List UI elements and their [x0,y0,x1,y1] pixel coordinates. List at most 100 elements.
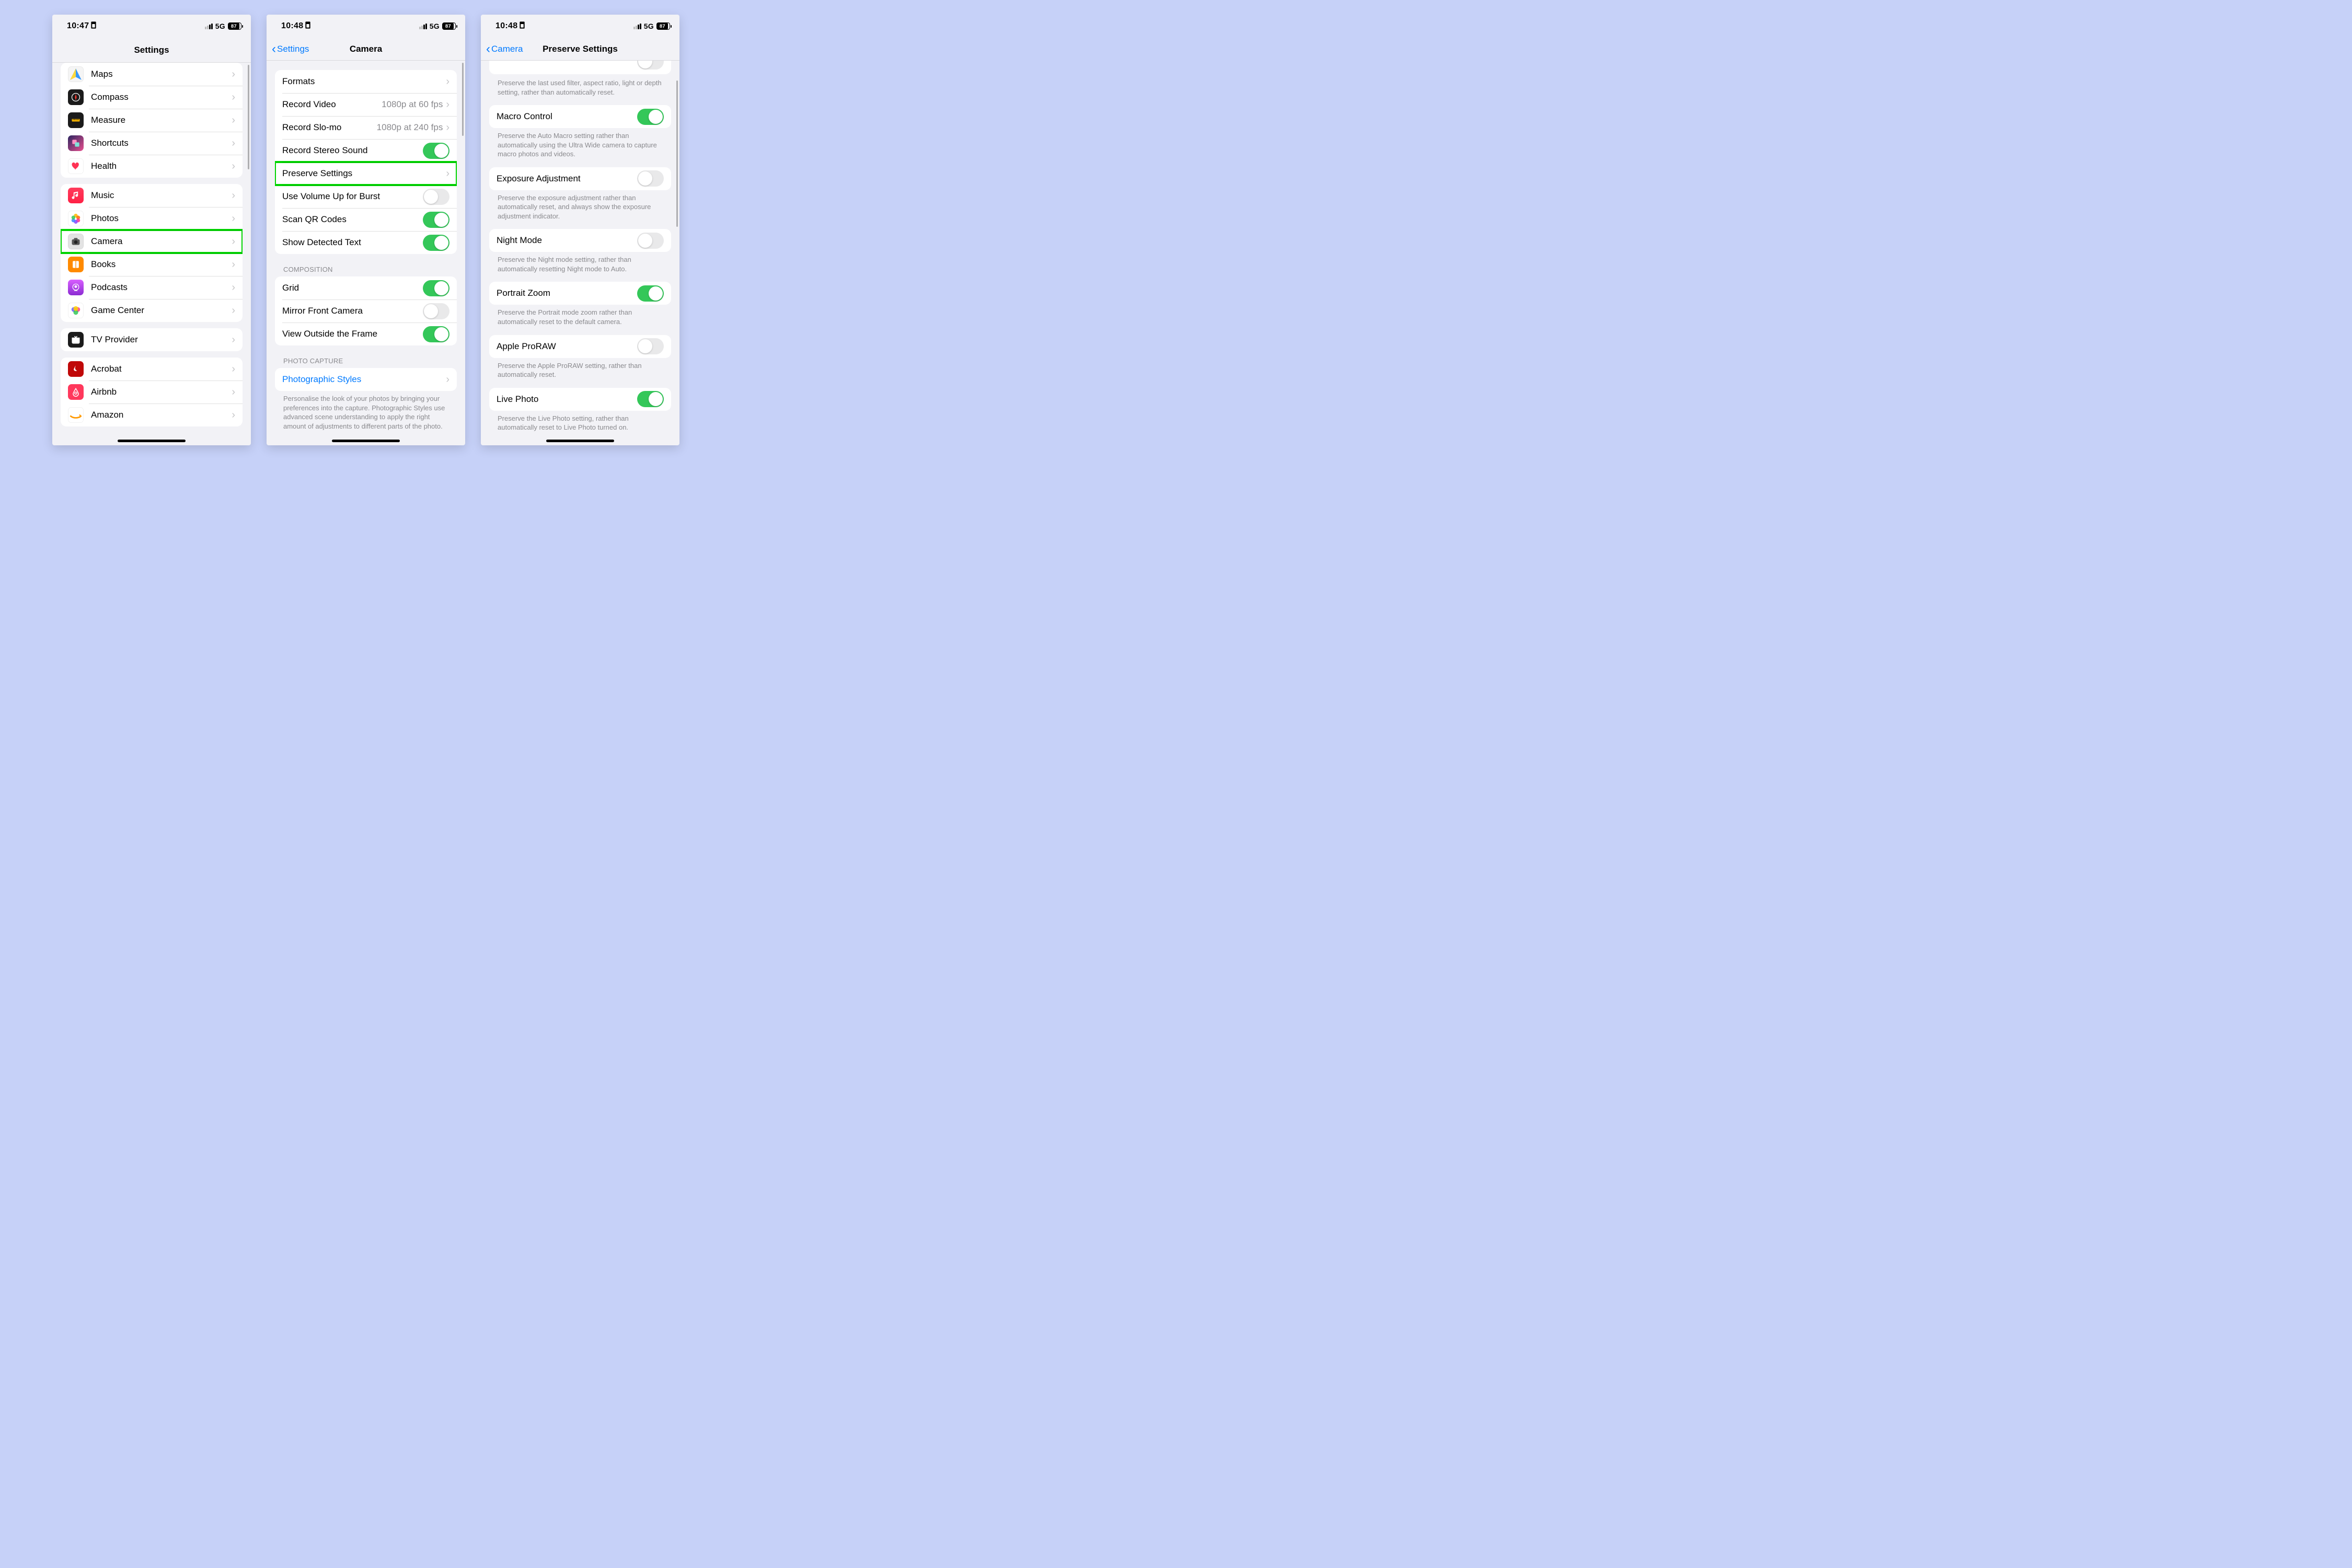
scroll-indicator[interactable] [676,80,678,227]
sim-card-icon [302,21,314,29]
sim-card-icon [88,21,99,29]
preserve-live-photo[interactable]: Live Photo [489,388,671,411]
chevron-right-icon: › [232,282,235,294]
toggle[interactable] [423,235,449,251]
preserve-group: Macro Control [489,105,671,128]
row-label: Compass [91,92,232,102]
section-footer: Preserve the Portrait mode zoom rather t… [481,305,679,329]
chevron-right-icon: › [232,334,235,346]
acrobat-icon [68,361,84,377]
setting-record-slo-mo[interactable]: Record Slo-mo 1080p at 240 fps› [275,116,457,139]
music-icon [68,188,84,203]
settings-item-measure[interactable]: Measure › [61,109,243,132]
home-indicator[interactable] [332,440,400,442]
toggle[interactable] [637,233,664,249]
toggle[interactable] [637,338,664,354]
setting-record-video[interactable]: Record Video 1080p at 60 fps› [275,93,457,116]
network-label: 5G [644,22,654,30]
setting-scan-qr-codes[interactable]: Scan QR Codes [275,208,457,231]
chevron-right-icon: › [446,122,449,134]
settings-item-shortcuts[interactable]: Shortcuts › [61,132,243,155]
setting-use-volume-up-for-burst[interactable]: Use Volume Up for Burst [275,185,457,208]
setting-grid[interactable]: Grid [275,276,457,299]
scroll-indicator[interactable] [248,65,249,169]
settings-item-photos[interactable]: Photos › [61,207,243,230]
setting-photographic-styles[interactable]: Photographic Styles › [275,368,457,391]
toggle[interactable] [637,391,664,407]
setting-show-detected-text[interactable]: Show Detected Text [275,231,457,254]
settings-item-health[interactable]: Health › [61,155,243,178]
row-label: Books [91,259,232,270]
podcasts-icon [68,280,84,295]
chevron-right-icon: › [232,236,235,248]
home-indicator[interactable] [118,440,186,442]
toggle[interactable] [423,326,449,342]
navbar: ‹ Settings Camera [267,38,465,61]
settings-item-books[interactable]: Books › [61,253,243,276]
chevron-right-icon: › [446,168,449,180]
toggle[interactable] [637,285,664,302]
home-indicator[interactable] [546,440,614,442]
settings-item-acrobat[interactable]: Acrobat › [61,358,243,381]
row-detail: 1080p at 60 fps [382,99,443,110]
chevron-right-icon: › [232,409,235,421]
gamecenter-icon [68,303,84,318]
setting-preserve-settings[interactable]: Preserve Settings › [275,162,457,185]
row-label: Amazon [91,410,232,420]
status-time: 10:47 [67,21,89,31]
preserve-group: Exposure Adjustment [489,167,671,190]
row-label: Camera [91,236,232,247]
row-detail: 1080p at 240 fps [377,122,443,133]
page-title: Settings [134,45,169,55]
setting-record-stereo-sound[interactable]: Record Stereo Sound [275,139,457,162]
chevron-left-icon: ‹ [486,43,490,55]
settings-item-music[interactable]: Music › [61,184,243,207]
row-label: Acrobat [91,364,232,374]
toggle[interactable] [637,170,664,187]
section-header-photo-capture: PHOTO CAPTURE [267,345,465,368]
toggle[interactable] [423,212,449,228]
toggle[interactable] [423,143,449,159]
maps-icon [68,66,84,82]
scroll-indicator[interactable] [462,63,464,136]
shortcuts-icon [68,135,84,151]
settings-item-amazon[interactable]: Amazon › [61,403,243,426]
chevron-right-icon: › [232,137,235,149]
settings-group: Maps › Compass › Measure › Shortcuts › H… [61,63,243,178]
setting-mirror-front-camera[interactable]: Mirror Front Camera [275,299,457,322]
preserve-macro-control[interactable]: Macro Control [489,105,671,128]
settings-item-airbnb[interactable]: Airbnb › [61,381,243,403]
toggle[interactable] [637,109,664,125]
preserve-night-mode[interactable]: Night Mode [489,229,671,252]
chevron-right-icon: › [232,68,235,80]
phone-camera-settings: 10:48 5G 87 ‹ Settings Camera Formats › … [267,15,465,445]
settings-item-maps[interactable]: Maps › [61,63,243,86]
preserve-group: Portrait Zoom [489,282,671,305]
back-button[interactable]: ‹ Settings [272,43,309,55]
row-label: Record Stereo Sound [282,145,423,156]
status-time: 10:48 [495,21,517,31]
settings-item-camera[interactable]: Camera › [61,230,243,253]
row-label: Maps [91,69,232,79]
row-label: Record Video [282,99,382,110]
settings-group: Acrobat › Airbnb › Amazon › [61,358,243,426]
settings-item-compass[interactable]: Compass › [61,86,243,109]
settings-item-game center[interactable]: Game Center › [61,299,243,322]
signal-icon [633,24,641,29]
camera-icon [68,234,84,249]
preserve-apple-proraw[interactable]: Apple ProRAW [489,335,671,358]
preserve-exposure-adjustment[interactable]: Exposure Adjustment [489,167,671,190]
toggle[interactable] [637,61,664,70]
toggle[interactable] [423,189,449,205]
battery-icon: 87 [442,22,456,30]
row-label: Formats [282,76,446,87]
settings-item-podcasts[interactable]: Podcasts › [61,276,243,299]
setting-formats[interactable]: Formats › [275,70,457,93]
section-footer: Preserve the Night mode setting, rather … [481,252,679,276]
toggle[interactable] [423,280,449,296]
toggle[interactable] [423,303,449,319]
preserve-portrait-zoom[interactable]: Portrait Zoom [489,282,671,305]
settings-item-tv provider[interactable]: TV Provider › [61,328,243,351]
setting-view-outside-the-frame[interactable]: View Outside the Frame [275,322,457,345]
back-button[interactable]: ‹ Camera [486,43,523,55]
